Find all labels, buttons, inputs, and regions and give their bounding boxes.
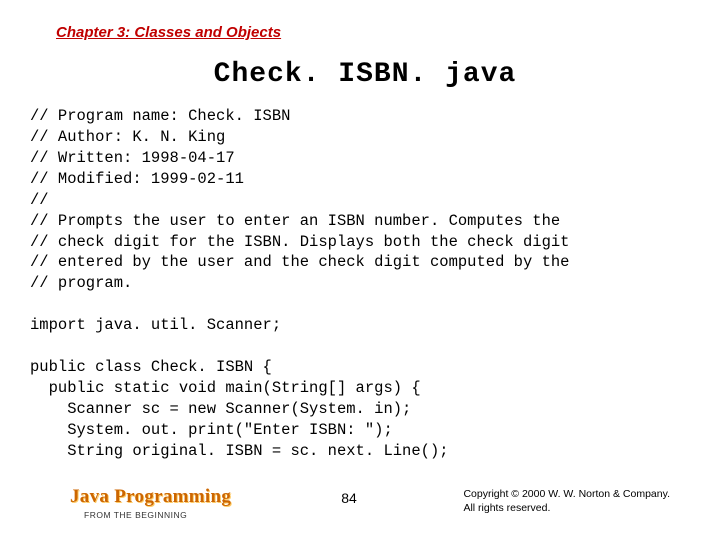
code-block: // Program name: Check. ISBN // Author: … <box>30 106 680 462</box>
copyright-line1: Copyright © 2000 W. W. Norton & Company. <box>463 488 670 502</box>
slide-title: Check. ISBN. java <box>50 59 680 90</box>
copyright: Copyright © 2000 W. W. Norton & Company.… <box>463 488 670 515</box>
footer: Java Programming FROM THE BEGINNING 84 C… <box>0 486 720 520</box>
chapter-heading: Chapter 3: Classes and Objects <box>56 24 680 41</box>
page-number: 84 <box>341 490 357 506</box>
brand-title: Java Programming <box>70 486 231 508</box>
copyright-line2: All rights reserved. <box>463 502 670 516</box>
footer-brand-block: Java Programming FROM THE BEGINNING <box>70 486 231 520</box>
brand-subtitle: FROM THE BEGINNING <box>84 510 231 520</box>
